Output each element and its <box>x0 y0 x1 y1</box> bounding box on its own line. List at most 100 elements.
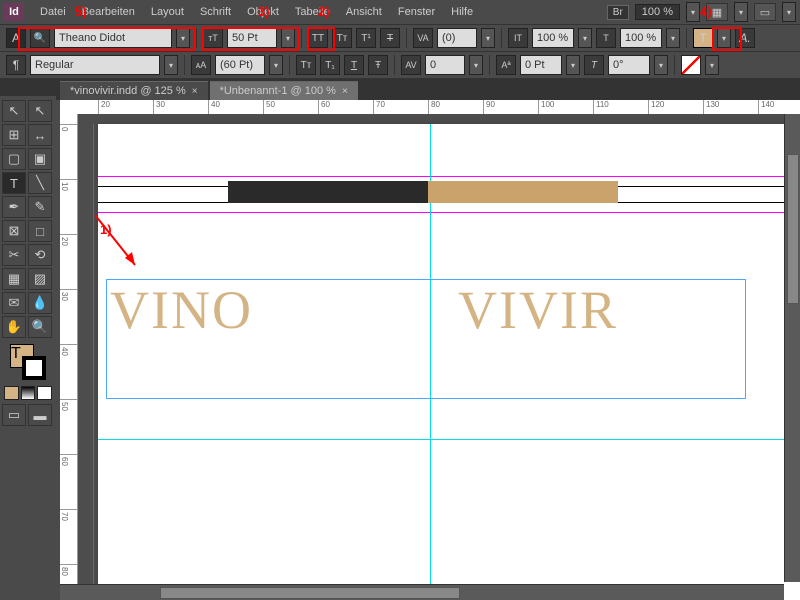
view-mode-preview[interactable]: ▬ <box>28 404 52 426</box>
stroke-dropdown[interactable] <box>705 55 719 75</box>
search-font-icon[interactable]: 🔍 <box>30 28 50 48</box>
rectangle-frame-tool[interactable]: ⊠ <box>2 220 26 242</box>
superscript-icon[interactable]: T¹ <box>356 28 376 48</box>
menu-fenster[interactable]: Fenster <box>390 6 443 18</box>
stroke-swatch[interactable] <box>22 356 46 380</box>
gap-tool[interactable]: ↔ <box>28 124 52 146</box>
bridge-badge[interactable]: Br <box>607 5 629 20</box>
tab-close-icon[interactable]: × <box>192 86 198 97</box>
kerning-dropdown[interactable] <box>481 28 495 48</box>
zoom-dropdown[interactable] <box>686 2 700 22</box>
pen-tool[interactable]: ✒ <box>2 196 26 218</box>
font-family-dropdown[interactable] <box>176 28 190 48</box>
screen-mode-dropdown[interactable] <box>734 2 748 22</box>
skew-dropdown[interactable] <box>654 55 668 75</box>
fill-dropdown[interactable] <box>717 28 731 48</box>
rectangle-tool[interactable]: □ <box>28 220 52 242</box>
skew-input[interactable] <box>608 55 650 75</box>
content-collector-tool[interactable]: ▢ <box>2 148 26 170</box>
tan-rectangle[interactable] <box>428 181 618 203</box>
guide-magenta-v[interactable] <box>93 124 94 600</box>
ruler-vtick: 20 <box>60 234 78 246</box>
scrollbar-thumb[interactable] <box>160 587 460 599</box>
arrange-dropdown[interactable] <box>782 2 796 22</box>
paragraph-mode-icon[interactable]: ¶ <box>6 55 26 75</box>
tab-close-icon[interactable]: × <box>342 86 348 97</box>
tracking-dropdown[interactable] <box>469 55 483 75</box>
zoom-level[interactable]: 100 % <box>635 4 680 20</box>
ruler-vtick: 50 <box>60 399 78 411</box>
leading-input[interactable] <box>215 55 265 75</box>
hscale-dropdown[interactable] <box>666 28 680 48</box>
font-size-input[interactable] <box>227 28 277 48</box>
scrollbar-vertical[interactable] <box>784 114 800 582</box>
menu-datei[interactable]: Datei <box>32 6 74 18</box>
page[interactable]: VINO VIVIR <box>98 124 800 600</box>
line-tool[interactable]: ╲ <box>28 172 52 194</box>
text-vino[interactable]: VINO <box>110 279 253 341</box>
tab-vinovivir[interactable]: *vinovivir.indd @ 125 % × <box>60 81 208 100</box>
baseline-dropdown[interactable] <box>566 55 580 75</box>
page-tool[interactable]: ⊞ <box>2 124 26 146</box>
scissors-tool[interactable]: ✂ <box>2 244 26 266</box>
font-size-dropdown[interactable] <box>281 28 295 48</box>
vscale-input[interactable] <box>532 28 574 48</box>
direct-selection-tool[interactable]: ↖ <box>28 100 52 122</box>
view-mode-normal[interactable]: ▭ <box>2 404 26 426</box>
guide-magenta-h[interactable] <box>98 212 800 213</box>
hand-tool[interactable]: ✋ <box>2 316 26 338</box>
guide-cyan-h[interactable] <box>98 439 800 440</box>
ruler-vertical[interactable]: 0 10 20 30 40 50 60 70 80 <box>60 114 78 600</box>
baseline-input[interactable] <box>520 55 562 75</box>
underline-icon[interactable]: T <box>344 55 364 75</box>
gradient-swatch-tool[interactable]: ▦ <box>2 268 26 290</box>
ruler-vtick: 10 <box>60 179 78 191</box>
guide-magenta-h[interactable] <box>98 176 800 177</box>
font-style-input[interactable] <box>30 55 160 75</box>
canvas-area[interactable]: VINO VIVIR <box>78 114 800 600</box>
smallcaps-icon[interactable]: Tᴛ <box>332 28 352 48</box>
menu-tabelle[interactable]: Tabelle <box>287 6 338 18</box>
arrange-icon[interactable]: ▭ <box>754 3 776 21</box>
stroke-color-icon[interactable] <box>681 55 701 75</box>
vscale-dropdown[interactable] <box>578 28 592 48</box>
menu-schrift[interactable]: Schrift <box>192 6 239 18</box>
apply-none[interactable] <box>37 386 52 400</box>
content-placer-tool[interactable]: ▣ <box>28 148 52 170</box>
scrollbar-horizontal[interactable] <box>60 584 784 600</box>
text-vivir[interactable]: VIVIR <box>458 279 618 341</box>
tab-unbenannt[interactable]: *Unbenannt-1 @ 100 % × <box>210 81 358 100</box>
char-style-icon[interactable]: A. <box>735 28 755 48</box>
selection-tool[interactable]: ↖ <box>2 100 26 122</box>
apply-color[interactable] <box>4 386 19 400</box>
menu-hilfe[interactable]: Hilfe <box>443 6 481 18</box>
fill-color-icon[interactable]: T <box>693 28 713 48</box>
menu-ansicht[interactable]: Ansicht <box>338 6 390 18</box>
font-style-dropdown[interactable] <box>164 55 178 75</box>
eyedropper-tool[interactable]: 💧 <box>28 292 52 314</box>
apply-gradient[interactable] <box>21 386 36 400</box>
menu-layout[interactable]: Layout <box>143 6 192 18</box>
subscript2-icon[interactable]: T₁ <box>320 55 340 75</box>
color-mode-row <box>4 386 52 400</box>
gradient-feather-tool[interactable]: ▨ <box>28 268 52 290</box>
tracking-input[interactable] <box>425 55 465 75</box>
kerning-icon: VA <box>413 28 433 48</box>
subscript-icon[interactable]: Tᴛ <box>296 55 316 75</box>
kerning-input[interactable] <box>437 28 477 48</box>
type-tool[interactable]: T <box>2 172 26 194</box>
nobreak-icon[interactable]: Ŧ <box>368 55 388 75</box>
zoom-tool[interactable]: 🔍 <box>28 316 52 338</box>
hscale-input[interactable] <box>620 28 662 48</box>
strikethrough-icon[interactable]: T <box>380 28 400 48</box>
note-tool[interactable]: ✉ <box>2 292 26 314</box>
scrollbar-thumb[interactable] <box>787 154 799 304</box>
font-family-input[interactable] <box>54 28 172 48</box>
fill-stroke-swatch[interactable]: T <box>10 344 46 380</box>
free-transform-tool[interactable]: ⟲ <box>28 244 52 266</box>
pencil-tool[interactable]: ✎ <box>28 196 52 218</box>
character-mode-icon[interactable]: A <box>6 28 26 48</box>
leading-dropdown[interactable] <box>269 55 283 75</box>
allcaps-icon[interactable]: TT <box>308 28 328 48</box>
dark-rectangle[interactable] <box>228 181 428 203</box>
